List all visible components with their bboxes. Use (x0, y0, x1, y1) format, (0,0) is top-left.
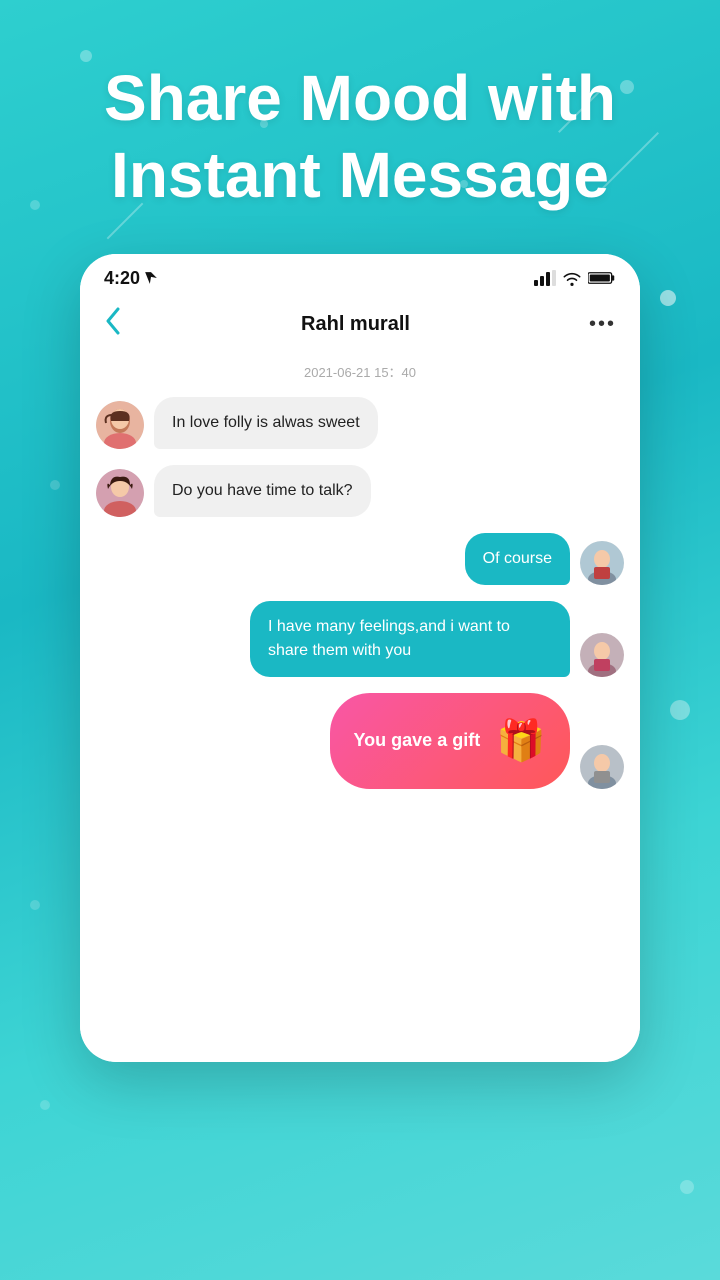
message-text: Do you have time to talk? (172, 482, 353, 499)
location-arrow-icon (144, 271, 158, 285)
gift-icon: 🎁 (496, 711, 546, 771)
table-row: Of course (96, 533, 624, 585)
message-bubble: In love folly is alwas sweet (154, 397, 378, 449)
phone-screen: 4:20 (80, 254, 640, 1062)
avatar (580, 541, 624, 585)
avatar (96, 469, 144, 517)
headline-section: Share Mood with Instant Message (0, 0, 720, 254)
wifi-icon (562, 270, 582, 286)
back-button[interactable] (104, 307, 122, 342)
chat-timestamp: 2021-06-21 15：40 (96, 362, 624, 381)
table-row: You gave a gift 🎁 (96, 693, 624, 789)
avatar (580, 745, 624, 789)
headline-text: Share Mood with Instant Message (60, 60, 660, 214)
avatar (580, 633, 624, 677)
table-row: I have many feelings,and i want to share… (96, 601, 624, 677)
headline-line2: Instant Message (111, 139, 609, 211)
gift-message-bubble: You gave a gift 🎁 (330, 693, 571, 789)
battery-icon (588, 270, 616, 286)
gift-text: You gave a gift (354, 727, 481, 754)
message-text: Of course (483, 550, 552, 567)
chat-area: 2021-06-21 15：40 In love folly is alwas … (80, 362, 640, 1062)
headline-line1: Share Mood with (104, 62, 616, 134)
message-bubble: I have many feelings,and i want to share… (250, 601, 570, 677)
time-display: 4:20 (104, 268, 140, 289)
message-bubble: Do you have time to talk? (154, 465, 371, 517)
avatar (96, 401, 144, 449)
more-button[interactable]: ••• (589, 313, 616, 336)
status-time: 4:20 (104, 268, 158, 289)
message-text: In love folly is alwas sweet (172, 414, 360, 431)
signal-icon (534, 270, 556, 286)
message-bubble: Of course (465, 533, 570, 585)
message-text: I have many feelings,and i want to share… (268, 618, 510, 659)
table-row: In love folly is alwas sweet (96, 397, 624, 449)
table-row: Do you have time to talk? (96, 465, 624, 517)
nav-title: Rahl murall (301, 313, 410, 336)
nav-bar: Rahl murall ••• (80, 297, 640, 358)
status-bar: 4:20 (80, 254, 640, 297)
status-icons (534, 270, 616, 286)
phone-mockup: 4:20 (0, 254, 720, 1062)
